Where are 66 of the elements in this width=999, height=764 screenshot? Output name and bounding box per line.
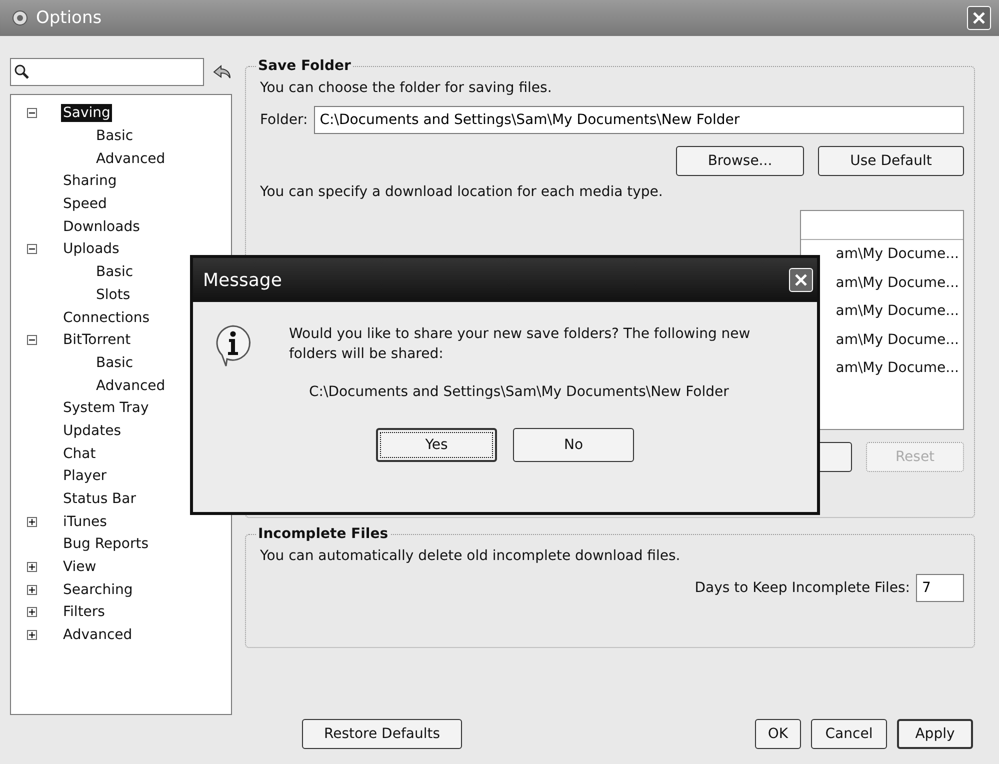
close-icon — [971, 10, 987, 26]
close-button[interactable] — [789, 268, 813, 292]
tree-item[interactable]: View — [61, 558, 98, 576]
tree-item[interactable]: iTunes — [61, 512, 109, 531]
dialog-button[interactable]: Restore Defaults — [302, 719, 462, 749]
collapse-icon[interactable] — [27, 244, 37, 254]
dialog-message: Would you like to share your new save folders? The following new folders will be shared: — [289, 325, 752, 364]
tree-item[interactable]: Chat — [61, 444, 98, 463]
dialog-title: Message — [203, 270, 282, 290]
list-cell: am\My Docume... — [836, 360, 959, 376]
tree-item[interactable]: Advanced — [61, 626, 134, 644]
tree-item[interactable]: Connections — [61, 308, 152, 327]
tree-item[interactable]: System Tray — [61, 399, 151, 418]
tree-item[interactable]: Downloads — [61, 218, 142, 236]
dialog-button[interactable]: Cancel — [811, 719, 887, 749]
expand-icon[interactable] — [27, 562, 37, 572]
window-title: Options — [36, 8, 103, 28]
list-cell: am\My Docume... — [836, 246, 959, 262]
tree-item[interactable]: Bug Reports — [61, 535, 151, 554]
tree-item[interactable]: Filters — [61, 603, 107, 622]
tree-item[interactable]: Updates — [61, 422, 123, 440]
tree-item[interactable]: Basic — [94, 354, 136, 372]
tree-item[interactable]: Sharing — [61, 172, 119, 190]
dialog-button[interactable]: Apply — [897, 719, 973, 749]
expand-icon[interactable] — [27, 630, 37, 640]
tree-item[interactable]: Player — [61, 467, 109, 486]
list-cell: am\My Docume... — [836, 303, 959, 320]
close-icon — [793, 272, 809, 288]
tree-item[interactable]: Basic — [94, 263, 136, 282]
folder-field[interactable]: C:\Documents and Settings\Sam\My Documents\New Folder — [314, 106, 964, 134]
days-label: Days to Keep Incomplete Files: — [694, 580, 910, 596]
folder-label: Folder: — [260, 112, 308, 128]
tree-item[interactable]: BitTorrent — [61, 331, 133, 350]
tree-item[interactable]: Basic — [94, 127, 136, 146]
tree-item[interactable]: Advanced — [94, 150, 168, 168]
group-title: Save Folder — [257, 58, 352, 74]
tree-item[interactable]: Slots — [94, 286, 132, 304]
close-button[interactable] — [967, 6, 991, 30]
group-title: Incomplete Files — [257, 526, 390, 542]
folder-path: C:\Documents and Settings\Sam\My Documents\New Folder — [309, 383, 730, 402]
list-cell: am\My Docume... — [836, 332, 959, 348]
dialog-button[interactable]: Yes — [376, 428, 497, 462]
collapse-icon[interactable] — [27, 108, 37, 118]
tree-item[interactable]: Uploads — [61, 240, 122, 258]
dialog-button[interactable]: No — [513, 428, 634, 462]
days-field[interactable]: 7 — [916, 574, 964, 602]
tree-item[interactable]: Saving — [61, 104, 112, 122]
list-cell: am\My Docume... — [836, 274, 959, 291]
folder-button[interactable]: Use Default — [818, 146, 964, 176]
description-text: You can choose the folder for saving files. — [260, 80, 553, 96]
tree-item[interactable]: Searching — [61, 580, 135, 599]
expand-icon[interactable] — [27, 516, 37, 527]
tree-item[interactable]: Advanced — [94, 376, 168, 395]
expand-icon[interactable] — [27, 607, 37, 618]
expand-icon[interactable] — [27, 584, 37, 595]
tree-item[interactable]: Status Bar — [61, 490, 138, 508]
back-arrow-icon[interactable] — [212, 64, 232, 80]
dialog-button[interactable]: OK — [755, 719, 801, 749]
description-text: You can specify a download location for each media type. — [260, 184, 664, 200]
description-text: You can automatically delete old incomplete download files. — [260, 548, 682, 564]
collapse-icon[interactable] — [27, 335, 37, 346]
search-field[interactable] — [10, 58, 204, 86]
folder-button[interactable]: Browse... — [676, 146, 804, 176]
app-icon — [12, 10, 28, 26]
tree-item[interactable]: Speed — [61, 195, 109, 214]
search-icon — [14, 64, 30, 80]
